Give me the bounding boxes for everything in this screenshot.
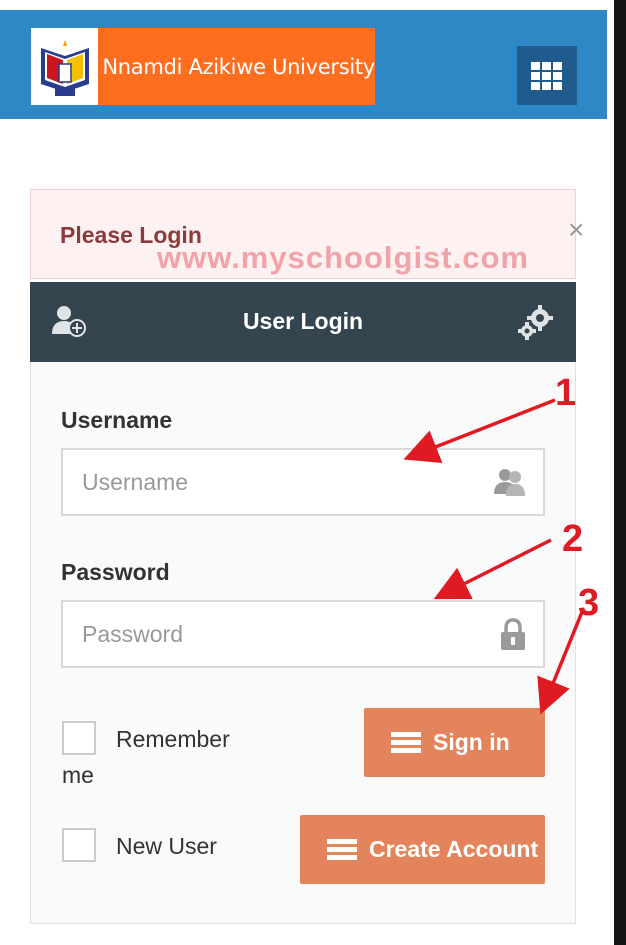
username-label: Username (61, 407, 173, 433)
users-icon (493, 466, 527, 503)
remember-me-checkbox[interactable] (62, 721, 96, 755)
sign-in-label: Sign in (433, 729, 510, 755)
list-icon (391, 731, 421, 753)
crest-icon (31, 28, 99, 105)
new-user-checkbox[interactable] (62, 828, 96, 862)
list-icon (327, 838, 357, 860)
watermark-text: www.myschoolgist.com (157, 240, 529, 275)
grid-menu-button[interactable] (517, 46, 577, 105)
panel-title: User Login (242, 308, 364, 334)
university-logo[interactable]: Nnamdi Azikiwe University (31, 28, 375, 105)
top-strip (0, 0, 607, 10)
lock-icon (499, 618, 527, 657)
alert-close-button[interactable]: × (568, 216, 584, 244)
login-panel-header: User Login (30, 282, 576, 362)
annotation-number-2: 2 (562, 518, 584, 560)
create-account-button[interactable]: Create Account (300, 815, 545, 884)
remember-label-line2: me (62, 762, 94, 788)
username-field-box (61, 448, 545, 516)
password-field-box (61, 600, 545, 668)
login-alert: Please Login www.myschoolgist.com (30, 189, 576, 279)
annotation-number-3: 3 (578, 582, 600, 624)
password-input[interactable] (63, 602, 483, 666)
gears-icon[interactable] (518, 304, 556, 345)
annotation-number-1: 1 (555, 372, 577, 414)
logo-text: Nnamdi Azikiwe University (102, 54, 375, 79)
remember-label-line1: Remember (116, 726, 230, 752)
create-account-label: Create Account (369, 836, 539, 862)
page-frame-edge (614, 0, 626, 945)
new-user-label: New User (116, 833, 217, 859)
password-label: Password (61, 559, 170, 585)
username-input[interactable] (63, 450, 483, 514)
sign-in-button[interactable]: Sign in (364, 708, 545, 777)
grid-icon (531, 61, 562, 90)
